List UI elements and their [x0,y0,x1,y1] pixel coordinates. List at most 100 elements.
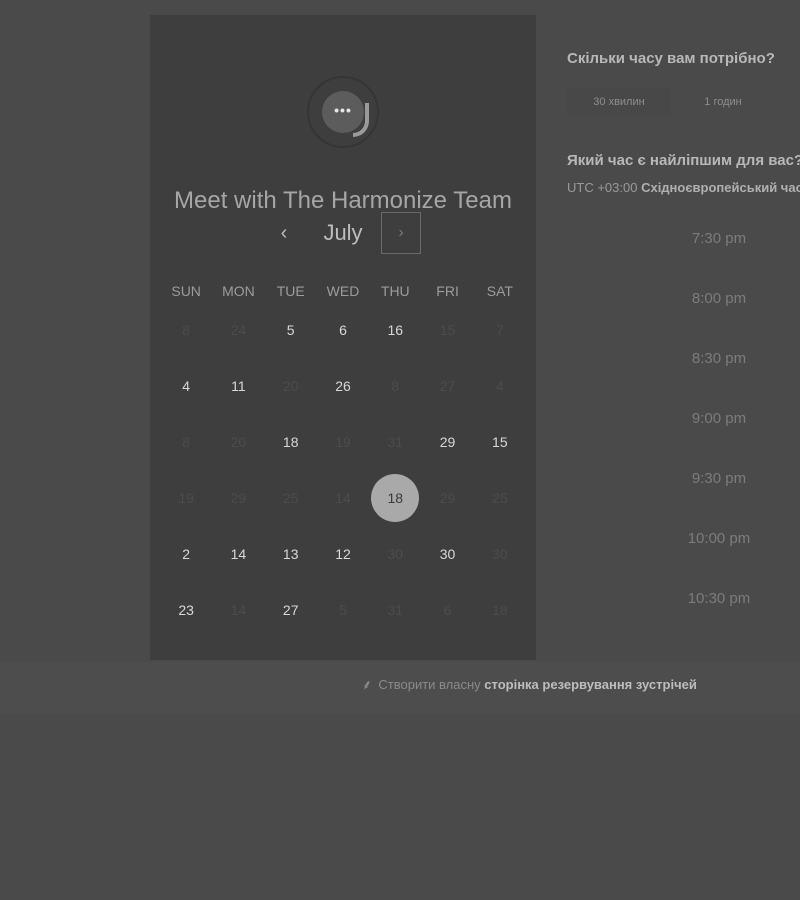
calendar-day-selected[interactable]: 18 [369,470,421,526]
calendar-day-number: 29 [230,490,247,506]
calendar-day-number: 14 [230,546,247,562]
calendar-day: 29 [421,470,473,526]
calendar-day-number: 7 [495,322,504,338]
calendar-day-number: 24 [230,322,247,338]
calendar-day-number: 18 [492,602,508,618]
calendar-day: 30 [474,526,526,582]
calendar-day: 25 [265,470,317,526]
calendar-day[interactable]: 13 [265,526,317,582]
time-question: Який час є найліпшим для вас? [567,152,800,169]
calendar-day-number: 19 [335,434,351,450]
calendar-title: Meet with The Harmonize Team [174,187,512,214]
duration-question: Скільки часу вам потрібно? [567,50,775,67]
calendar-day-number: 8 [391,378,400,394]
calendar-day[interactable]: 30 [421,526,473,582]
calendar-day-number: 27 [439,378,456,394]
calendar-day: 15 [421,302,473,358]
calendar-day[interactable]: 14 [212,526,264,582]
calendar-day-number: 30 [492,546,508,562]
calendar-day[interactable]: 18 [265,414,317,470]
calendar-day[interactable]: 5 [265,302,317,358]
calendar-day-number: 4 [182,378,191,394]
calendar-day: 14 [317,470,369,526]
calendar-day-number: 11 [231,378,246,394]
create-booking-page-link[interactable]: ⸙ Створити власну сторінка резервування … [362,675,697,693]
calendar-day-number: 6 [443,602,452,618]
time-slot[interactable]: 10:30 pm [659,569,779,629]
calendar-day[interactable]: 6 [317,302,369,358]
weekday-label: THU [380,283,410,299]
chat-bubble-logo-icon: ••• [322,91,364,133]
calendar-day-number: 31 [387,434,404,450]
calendar-day: 30 [369,526,421,582]
calendar-day-number: 18 [371,474,420,522]
calendar-day: 25 [474,470,526,526]
duration-option-1hour[interactable]: 1 годин [671,87,775,117]
calendar-day-number: 31 [387,602,404,618]
calendar-day: 31 [369,414,421,470]
calendar-day: 8 [160,302,212,358]
calendar-day: 20 [212,414,264,470]
calendar-day-number: 14 [230,602,247,618]
time-slot[interactable]: 10:00 pm [659,509,779,569]
calendar-day[interactable]: 4 [160,358,212,414]
month-label: July [323,220,363,245]
calendar-day[interactable]: 2 [160,526,212,582]
calendar-day[interactable]: 15 [474,414,526,470]
duration-option-30min[interactable]: 30 хвилин [567,87,671,117]
calendar-day-number: 14 [335,490,351,506]
footer-prefix: Створити власну [378,677,481,692]
timezone-name: Східноєвропейський час [641,180,800,195]
time-slot[interactable]: 8:30 pm [659,329,779,389]
calendar-day-number: 19 [178,490,194,506]
weekday-label: FRI [436,283,459,299]
calendar-day[interactable]: 29 [421,414,473,470]
weekday-label: SAT [486,283,513,299]
time-slot[interactable]: 7:30 pm [659,209,779,269]
calendar-day-number: 20 [230,434,247,450]
calendar-day-number: 13 [282,546,299,562]
calendar-day-number: 6 [339,322,347,338]
calendar-day: 6 [421,582,473,638]
weekday-label: WED [326,283,360,299]
calendar-day[interactable]: 26 [317,358,369,414]
calendar-day[interactable]: 27 [265,582,317,638]
calendar-day-number: 8 [182,434,191,450]
timezone-label[interactable]: UTC +03:00 Східноєвропейський час [567,180,800,195]
calendar-day: 19 [160,470,212,526]
calendar-day: 14 [212,582,264,638]
previous-month-button[interactable]: ‹ [272,213,296,253]
calendar-panel: ••• Meet with The Harmonize Team ‹ July … [150,15,536,660]
calendar-day[interactable]: 11 [212,358,264,414]
calendar-day-number: 15 [492,434,508,450]
calendar-day-number: 2 [182,546,191,562]
calendar-day-number: 30 [387,546,404,562]
calendar-day: 7 [474,302,526,358]
time-slot[interactable]: 9:00 pm [659,389,779,449]
calendar-day: 31 [369,582,421,638]
booking-page: ••• Meet with The Harmonize Team ‹ July … [0,0,800,900]
next-month-button[interactable]: › [381,212,421,254]
time-slot-list: 7:30 pm 8:00 pm 8:30 pm 9:00 pm 9:30 pm … [659,209,779,629]
timezone-offset: UTC +03:00 [567,180,638,195]
time-slot[interactable]: 8:00 pm [659,269,779,329]
calendar-day[interactable]: 16 [369,302,421,358]
weekday-label: SUN [171,283,201,299]
calendar-day-number: 30 [439,546,456,562]
calendar-days-grid: 8 24 5 6 16 15 7 4 11 20 26 8 27 4 8 20 18 19 31 29 15 19 29 25… [160,302,526,638]
calendar-day-number: 25 [282,490,299,506]
calendar-day[interactable]: 23 [160,582,212,638]
calendar-day: 18 [474,582,526,638]
calendar-day[interactable]: 12 [317,526,369,582]
weekday-label: MON [222,283,255,299]
calendar-day: 20 [265,358,317,414]
time-slot[interactable]: 9:30 pm [659,449,779,509]
calendar-day-number: 5 [339,602,347,618]
calendar-day: 8 [160,414,212,470]
calendar-day-number: 26 [335,378,351,394]
weekday-header: SUN MON TUE WED THU FRI SAT [160,283,526,299]
calendar-day: 8 [369,358,421,414]
calendar-day: 4 [474,358,526,414]
calendar-day-number: 12 [335,546,351,562]
leaf-icon: ⸙ [362,677,372,692]
